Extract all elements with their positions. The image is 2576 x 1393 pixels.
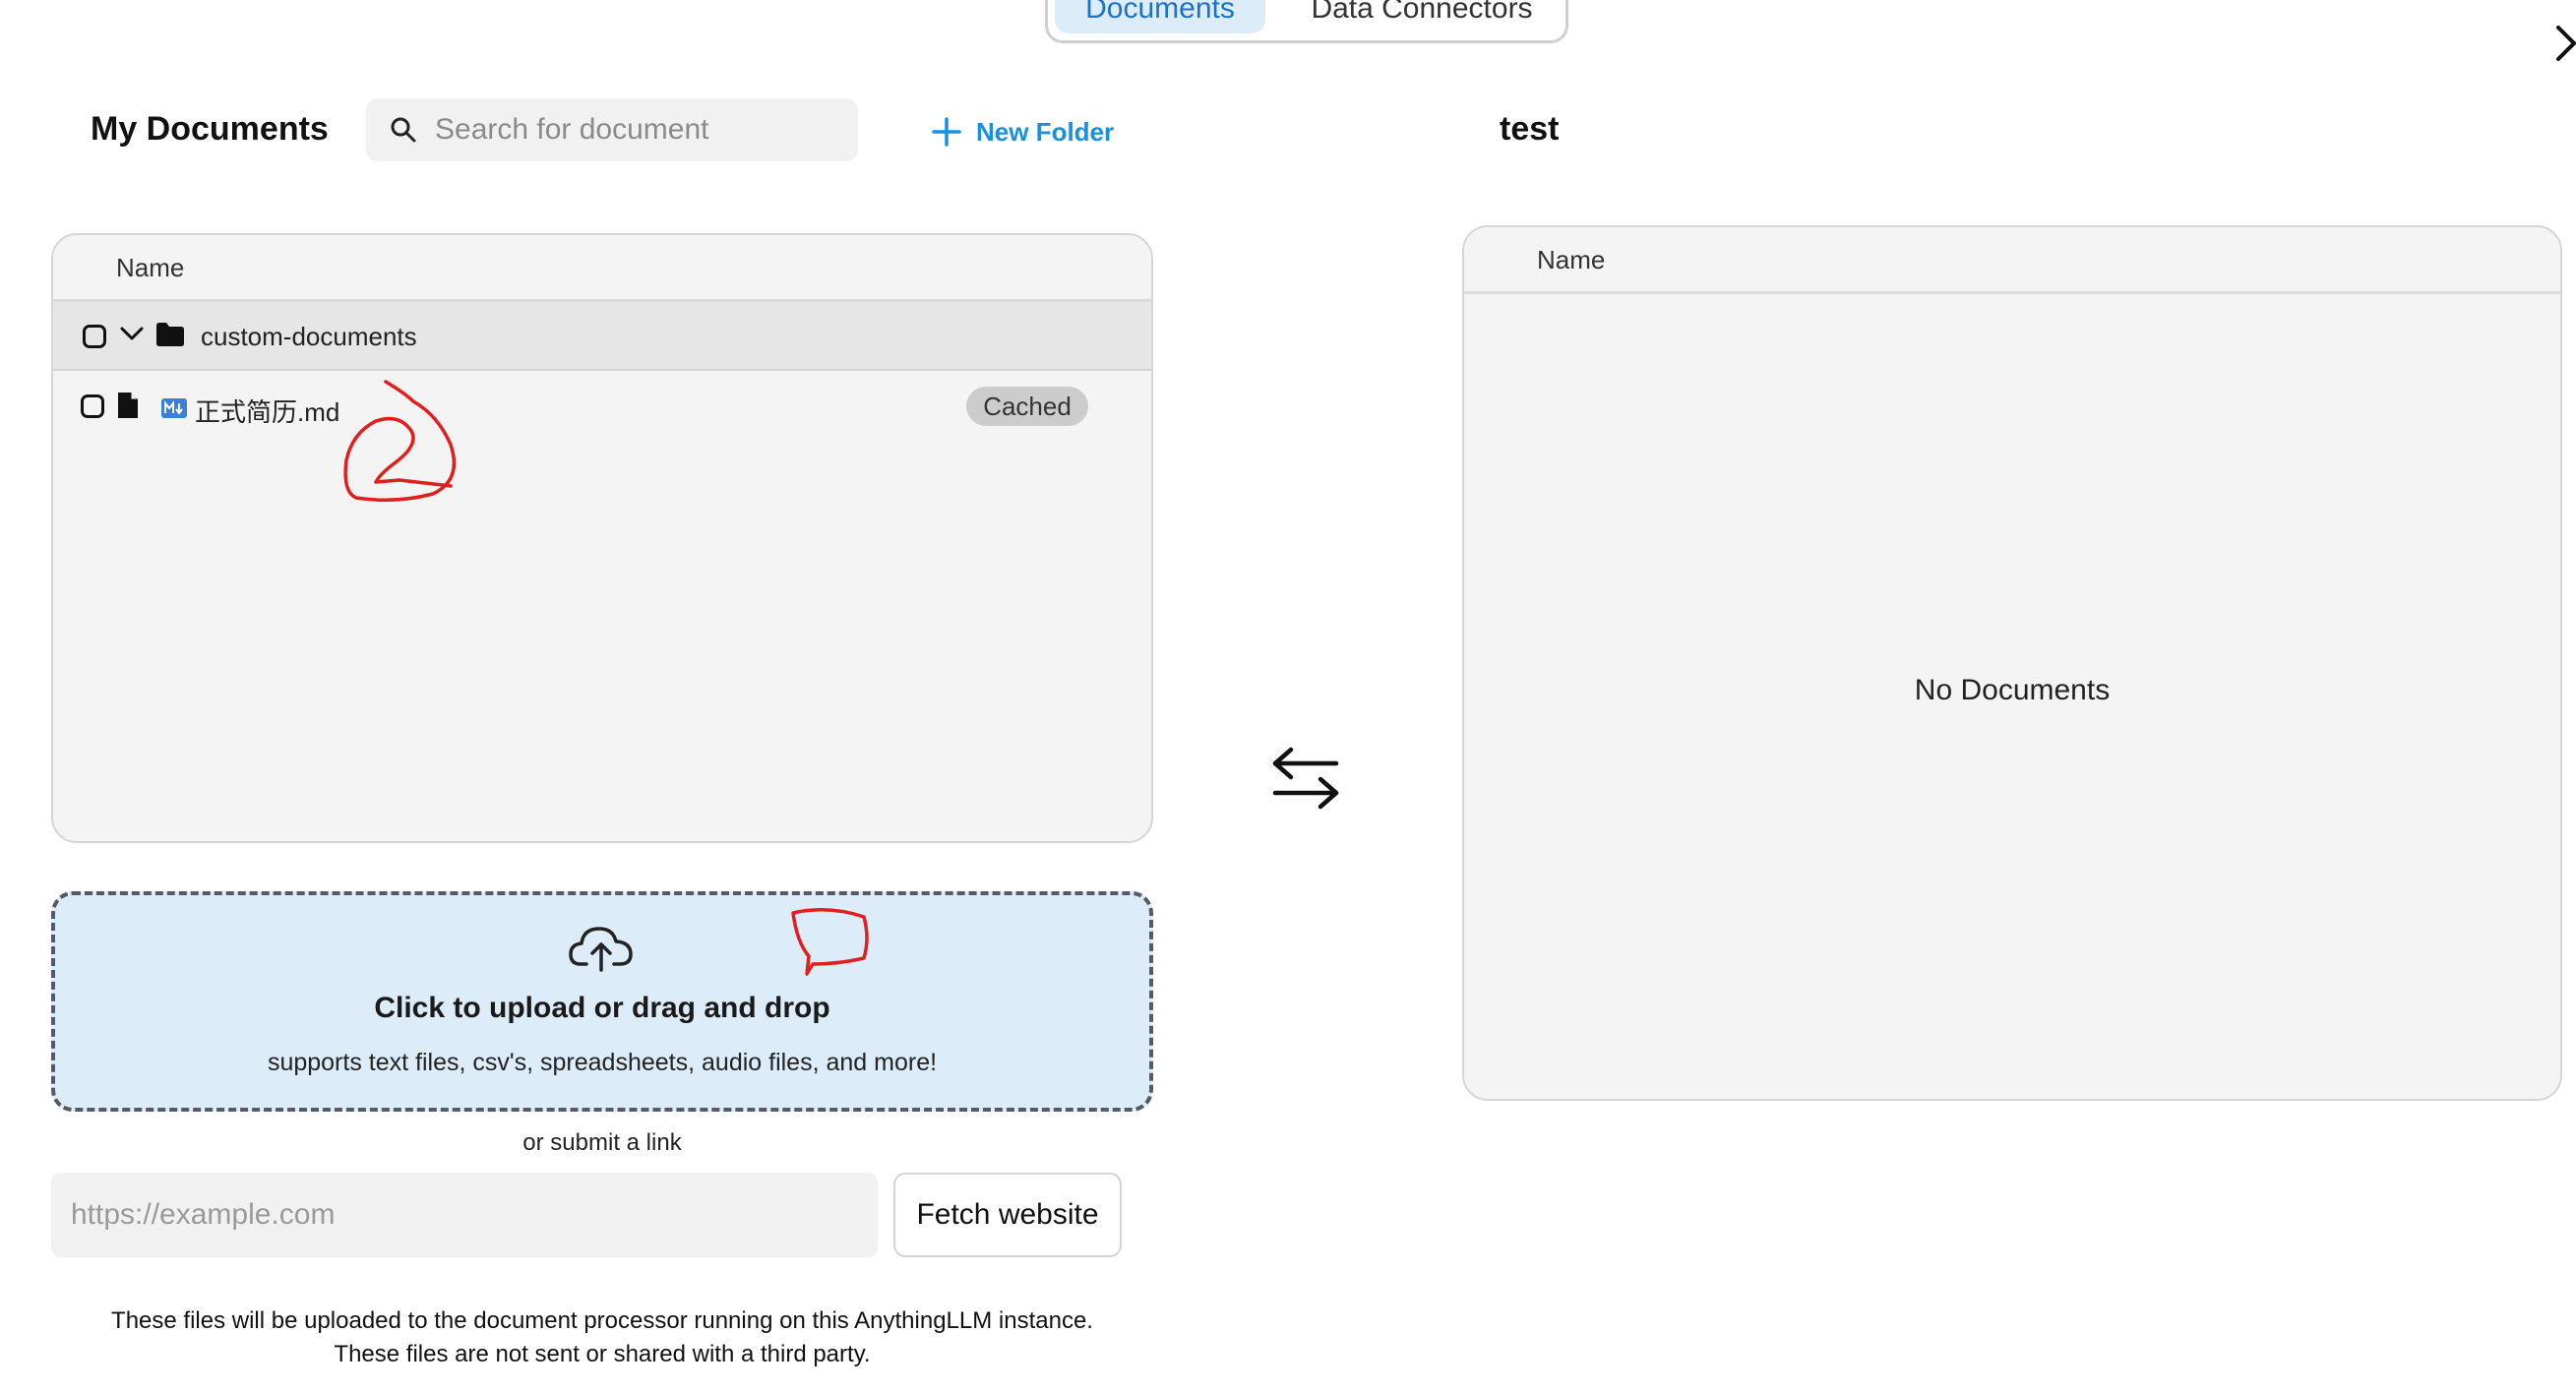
column-name: Name	[116, 253, 185, 282]
empty-message: No Documents	[1914, 674, 2111, 706]
markdown-icon	[161, 398, 187, 418]
column-name: Name	[1537, 245, 1606, 274]
folder-icon	[156, 323, 184, 346]
fetch-website-button[interactable]: Fetch website	[893, 1173, 1122, 1257]
chevron-down-icon[interactable]	[120, 326, 144, 341]
privacy-note-line1: These files will be uploaded to the docu…	[111, 1307, 1093, 1334]
folder-row[interactable]: custom-documents	[53, 302, 1151, 371]
or-submit-link-label: or submit a link	[522, 1129, 682, 1156]
close-icon[interactable]	[2554, 22, 2576, 65]
tab-documents[interactable]: Documents	[1055, 0, 1265, 33]
file-checkbox[interactable]	[81, 394, 104, 418]
my-documents-panel: Name custom-documents 正式简历.md Cached	[51, 233, 1153, 843]
search-input[interactable]	[433, 102, 846, 157]
folder-checkbox[interactable]	[83, 325, 106, 348]
search-icon	[391, 117, 416, 143]
table-header: Name	[1464, 227, 2560, 294]
file-icon	[118, 393, 138, 418]
cached-badge: Cached	[966, 387, 1088, 426]
upload-subtitle: supports text files, csv's, spreadsheets…	[267, 1049, 938, 1076]
workspace-documents-panel: Name No Documents	[1462, 225, 2562, 1101]
folder-name: custom-documents	[201, 322, 417, 351]
file-row[interactable]: 正式简历.md Cached	[53, 373, 1151, 442]
swap-arrows-icon[interactable]	[1271, 746, 1340, 811]
my-documents-title: My Documents	[91, 110, 329, 148]
privacy-note: These files will be uploaded to the docu…	[51, 1304, 1153, 1371]
file-name: 正式简历.md	[195, 397, 340, 427]
tab-data-connectors[interactable]: Data Connectors	[1289, 0, 1555, 31]
upload-title: Click to upload or drag and drop	[374, 992, 830, 1024]
cloud-upload-icon	[569, 927, 633, 972]
table-header: Name	[53, 235, 1151, 302]
plus-icon	[932, 117, 961, 147]
new-folder-button[interactable]: New Folder	[931, 112, 1114, 151]
url-input[interactable]	[51, 1173, 878, 1257]
new-folder-label: New Folder	[976, 116, 1115, 147]
privacy-note-line2: These files are not sent or shared with …	[334, 1341, 871, 1367]
workspace-title: test	[1500, 110, 1560, 148]
